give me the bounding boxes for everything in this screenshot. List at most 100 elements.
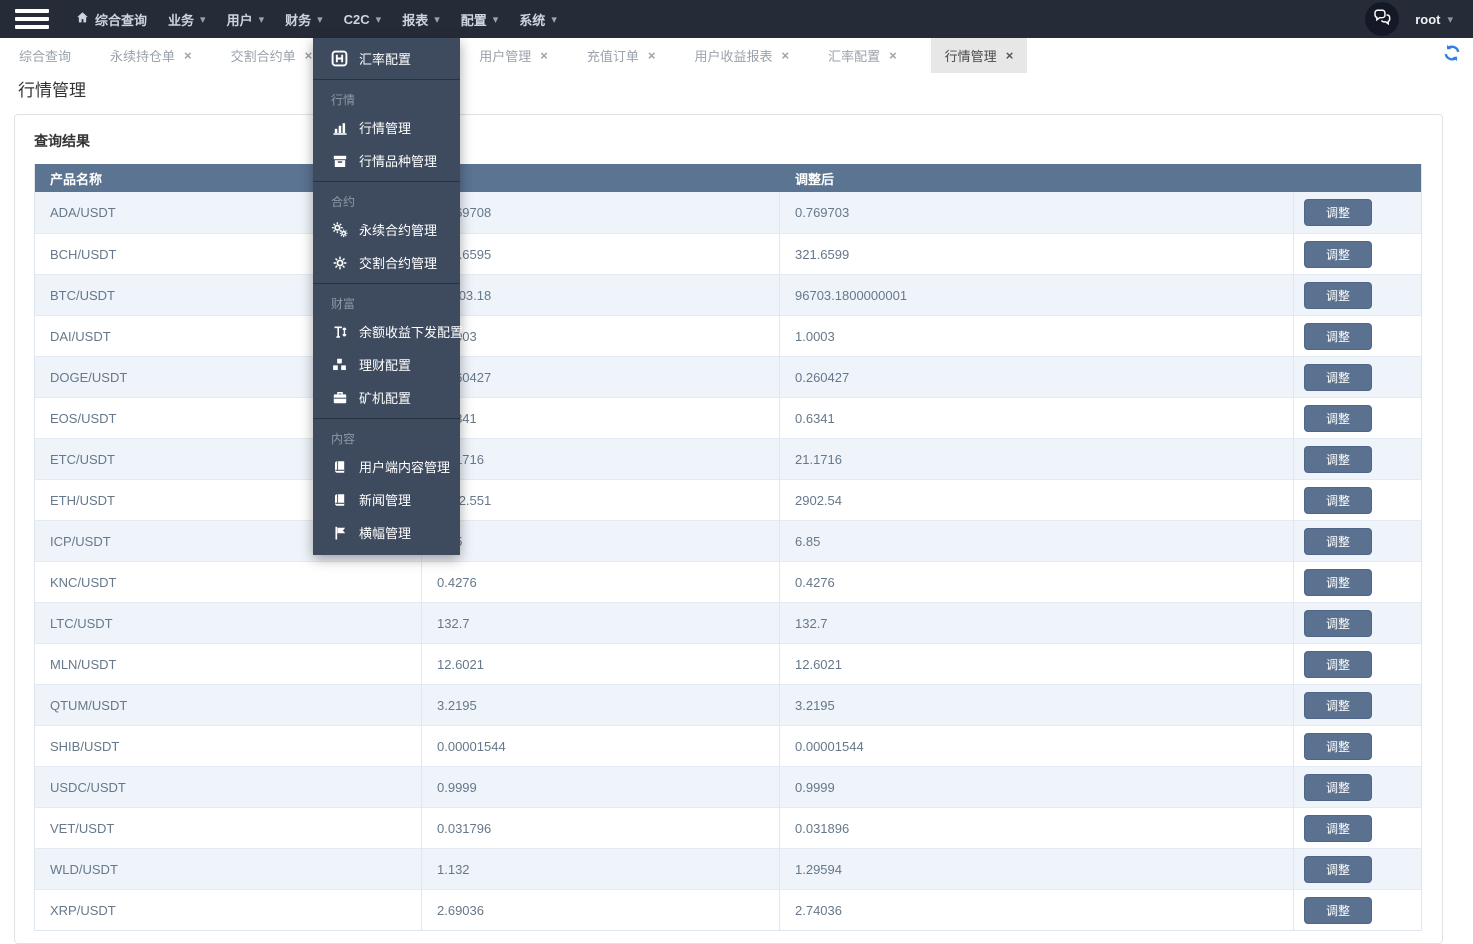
tab-close-icon[interactable]: ×: [781, 49, 789, 62]
before-value-cell: 0.9999: [422, 767, 780, 807]
adjust-button[interactable]: 调整: [1304, 364, 1372, 391]
before-value-cell: 21.1716: [422, 439, 780, 479]
before-value-cell: 96703.18: [422, 275, 780, 315]
adjust-button[interactable]: 调整: [1304, 815, 1372, 842]
chat-bubbles-icon: [1373, 8, 1391, 31]
tab-close-icon[interactable]: ×: [184, 49, 192, 62]
after-value-cell: 0.260427: [780, 357, 1294, 397]
table-row: VET/USDT0.0317960.031896调整: [35, 807, 1421, 848]
action-cell: 调整: [1294, 316, 1421, 356]
adjust-button[interactable]: 调整: [1304, 733, 1372, 760]
tab-6[interactable]: 汇率配置 ×: [823, 38, 902, 73]
tab-7[interactable]: 行情管理×: [931, 38, 1028, 73]
nav-item-6[interactable]: 配置▾: [461, 0, 499, 38]
nav-item-7[interactable]: 系统▾: [519, 0, 557, 38]
tab-5[interactable]: 用户收益报表×: [689, 38, 794, 73]
chevron-down-icon: ▾: [493, 13, 499, 26]
refresh-button[interactable]: [1443, 44, 1461, 62]
action-cell: 调整: [1294, 562, 1421, 602]
menu-item-4-1[interactable]: 新闻管理: [313, 483, 460, 516]
nav-item-2[interactable]: 用户▾: [227, 0, 265, 38]
before-value-cell: 12.6021: [422, 644, 780, 684]
tab-close-icon[interactable]: ×: [305, 49, 313, 62]
chat-button[interactable]: [1365, 2, 1399, 36]
adjust-button[interactable]: 调整: [1304, 282, 1372, 309]
adjust-button[interactable]: 调整: [1304, 897, 1372, 924]
after-value-cell: 1.0003: [780, 316, 1294, 356]
adjust-button[interactable]: 调整: [1304, 856, 1372, 883]
adjust-button[interactable]: 调整: [1304, 774, 1372, 801]
menu-item-label: 行情管理: [359, 118, 411, 137]
menu-item-label: 理财配置: [359, 355, 411, 374]
tab-close-icon[interactable]: ×: [1006, 49, 1014, 62]
nav-item-0[interactable]: 综合查询: [76, 0, 147, 38]
menu-item-4-2[interactable]: 横幅管理: [313, 516, 460, 549]
product-name-cell: LTC/USDT: [35, 603, 422, 643]
nav-item-1[interactable]: 业务▾: [168, 0, 206, 38]
table-row: USDC/USDT0.99990.9999调整: [35, 766, 1421, 807]
adjust-button[interactable]: 调整: [1304, 528, 1372, 555]
menu-item-2-1[interactable]: 交割合约管理: [313, 246, 460, 279]
menu-section-label: 合约: [313, 182, 460, 213]
user-menu[interactable]: root ▾: [1415, 12, 1453, 27]
tab-4[interactable]: 充值订单×: [582, 38, 661, 73]
menu-item-3-1[interactable]: 理财配置: [313, 348, 460, 381]
table-row: XRP/USDT2.690362.74036调整: [35, 889, 1421, 930]
action-cell: 调整: [1294, 234, 1421, 274]
adjust-button[interactable]: 调整: [1304, 323, 1372, 350]
tab-2[interactable]: 交割合约单 ×: [226, 38, 318, 73]
book-icon: [331, 458, 348, 475]
adjust-button[interactable]: 调整: [1304, 446, 1372, 473]
tab-label: 交割合约单: [231, 46, 296, 65]
nav-item-5[interactable]: 报表▾: [402, 0, 440, 38]
nav-item-3[interactable]: 财务▾: [285, 0, 323, 38]
text-height-icon: [331, 323, 348, 340]
nav-item-label: C2C: [344, 12, 370, 27]
menu-item-2-0[interactable]: 永续合约管理: [313, 213, 460, 246]
bar-chart-icon: [331, 119, 348, 136]
adjust-button[interactable]: 调整: [1304, 692, 1372, 719]
tab-close-icon[interactable]: ×: [648, 49, 656, 62]
menu-item-4-0[interactable]: 用户端内容管理: [313, 450, 460, 483]
hamburger-icon[interactable]: [15, 9, 49, 29]
before-value-cell: 2902.551: [422, 480, 780, 520]
tab-1[interactable]: 永续持仓单×: [105, 38, 197, 73]
menu-item-1-1[interactable]: 行情品种管理: [313, 144, 460, 177]
adjust-button[interactable]: 调整: [1304, 569, 1372, 596]
menu-item-label: 新闻管理: [359, 490, 411, 509]
product-name-cell: QTUM/USDT: [35, 685, 422, 725]
panel-title: 查询结果: [34, 131, 1442, 151]
table-header-row: 产品名称 调整后: [35, 164, 1421, 192]
adjust-button[interactable]: 调整: [1304, 651, 1372, 678]
home-icon: [76, 11, 89, 27]
adjust-button[interactable]: 调整: [1304, 610, 1372, 637]
before-value-cell: 0.260427: [422, 357, 780, 397]
tab-close-icon[interactable]: ×: [540, 49, 548, 62]
adjust-button[interactable]: 调整: [1304, 487, 1372, 514]
menu-item-3-2[interactable]: 矿机配置: [313, 381, 460, 414]
tab-close-icon[interactable]: ×: [889, 49, 897, 62]
adjust-button[interactable]: 调整: [1304, 199, 1372, 226]
product-name-cell: VET/USDT: [35, 808, 422, 848]
action-cell: 调整: [1294, 398, 1421, 438]
before-value-cell: 0.031796: [422, 808, 780, 848]
product-name-cell: MLN/USDT: [35, 644, 422, 684]
tab-3[interactable]: 用户管理×: [474, 38, 553, 73]
menu-item-1-0[interactable]: 行情管理: [313, 111, 460, 144]
table-row: DOGE/USDT0.2604270.260427调整: [35, 356, 1421, 397]
menu-section-label: 财富: [313, 284, 460, 315]
menu-item-0-0[interactable]: 汇率配置: [313, 42, 460, 75]
tab-0[interactable]: 综合查询: [14, 38, 76, 73]
nav-item-4[interactable]: C2C▾: [344, 0, 382, 38]
menu-section-label: 行情: [313, 80, 460, 111]
action-cell: 调整: [1294, 439, 1421, 479]
chevron-down-icon: ▾: [259, 13, 265, 26]
menu-item-3-0[interactable]: 余额收益下发配置: [313, 315, 460, 348]
action-cell: 调整: [1294, 275, 1421, 315]
after-value-cell: 0.6341: [780, 398, 1294, 438]
adjust-button[interactable]: 调整: [1304, 405, 1372, 432]
tab-label: 汇率配置: [828, 46, 880, 65]
product-name-cell: KNC/USDT: [35, 562, 422, 602]
adjust-button[interactable]: 调整: [1304, 241, 1372, 268]
before-value-cell: 0.6341: [422, 398, 780, 438]
